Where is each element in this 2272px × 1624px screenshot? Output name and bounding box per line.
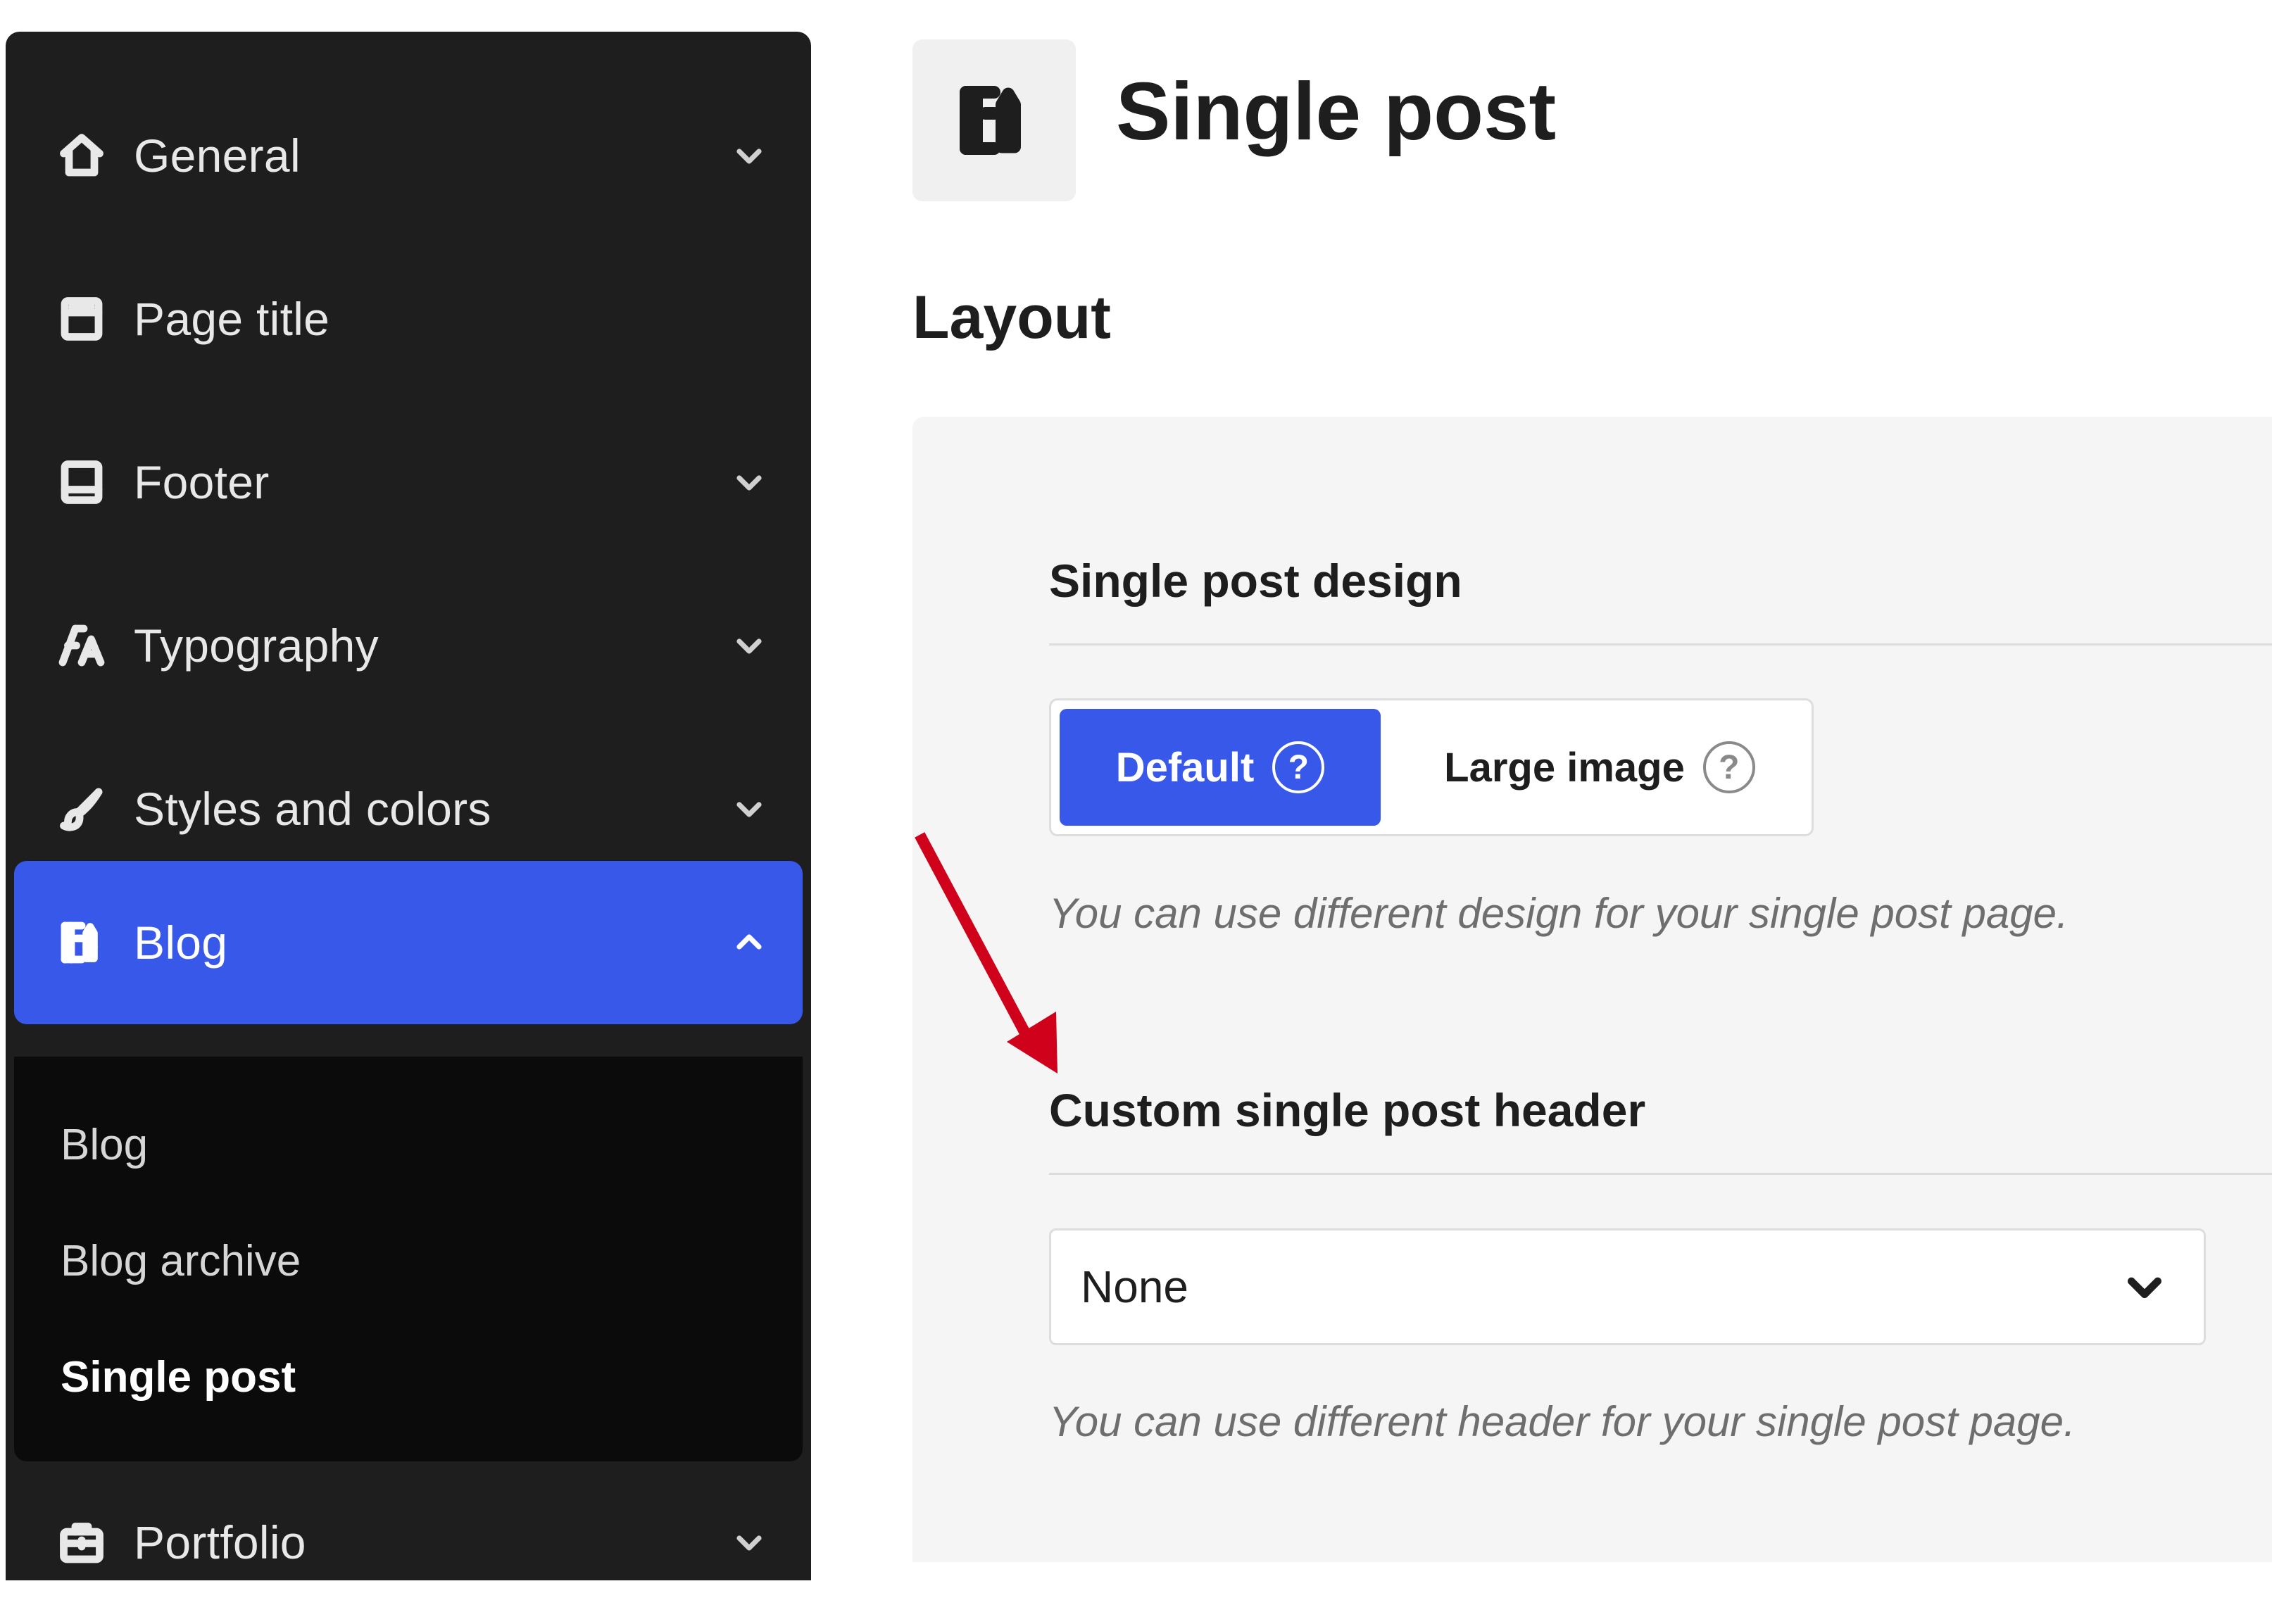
sidebar-item-label: Styles and colors (134, 783, 491, 835)
single-post-design-toggle: Default ? Large image ? (1049, 698, 1814, 836)
design-option-large-image[interactable]: Large image ? (1392, 709, 1807, 826)
sidebar-item-blog[interactable]: Blog (14, 861, 803, 1024)
divider (1049, 643, 2272, 646)
sidebar-item-typography[interactable]: Typography (14, 564, 803, 727)
sidebar-item-footer[interactable]: Footer (14, 401, 803, 564)
chevron-down-icon (732, 139, 766, 172)
sidebar-item-label: Footer (134, 456, 270, 508)
sidebar-item-label: General (134, 130, 301, 182)
select-value: None (1081, 1261, 1188, 1312)
submenu-item-single-post[interactable]: Single post (61, 1352, 296, 1402)
help-icon[interactable]: ? (1272, 741, 1325, 793)
option-label: Large image (1444, 744, 1685, 791)
chevron-down-icon (732, 1525, 766, 1559)
chevron-down-icon (732, 629, 766, 662)
submenu-item-blog-archive[interactable]: Blog archive (61, 1236, 301, 1286)
chevron-down-icon (732, 465, 766, 499)
page-header-icon (912, 39, 1076, 201)
sidebar-item-label: Typography (134, 619, 379, 672)
sidebar-item-label: Blog (134, 917, 228, 969)
single-post-design-help: You can use different design for your si… (1049, 890, 2069, 937)
sidebar-item-portfolio[interactable]: Portfolio (14, 1461, 803, 1624)
chevron-down-icon (732, 792, 766, 826)
sidebar-item-general[interactable]: General (14, 74, 803, 237)
divider (1049, 1173, 2272, 1175)
chevron-down-icon (2122, 1264, 2167, 1309)
footer-icon (56, 457, 107, 508)
page-title: Single post (1116, 65, 1557, 157)
custom-header-help: You can use different header for your si… (1049, 1398, 2076, 1445)
custom-header-label: Custom single post header (1049, 1084, 1646, 1136)
submenu-item-blog[interactable]: Blog (61, 1120, 148, 1170)
settings-sidebar: General Page title Footer Typography Sty… (6, 32, 811, 1580)
home-icon (56, 130, 107, 181)
sidebar-item-page-title[interactable]: Page title (14, 237, 803, 401)
design-option-default[interactable]: Default ? (1060, 709, 1381, 826)
page-title-icon (56, 294, 107, 344)
custom-header-select[interactable]: None (1049, 1228, 2206, 1345)
sidebar-item-label: Page title (134, 293, 330, 345)
brush-icon (56, 783, 107, 834)
blog-icon (56, 917, 107, 968)
briefcase-icon (56, 1517, 107, 1568)
sidebar-item-label: Portfolio (134, 1516, 306, 1568)
annotation-arrow-icon (915, 832, 1057, 1074)
blog-icon (960, 86, 1021, 155)
section-title-layout: Layout (912, 284, 1111, 351)
blog-submenu: Blog Blog archive Single post (14, 1057, 803, 1461)
help-icon[interactable]: ? (1702, 741, 1755, 793)
single-post-design-label: Single post design (1049, 555, 1462, 607)
chevron-up-icon (732, 926, 766, 959)
typography-icon (56, 620, 107, 671)
option-label: Default (1115, 744, 1255, 791)
